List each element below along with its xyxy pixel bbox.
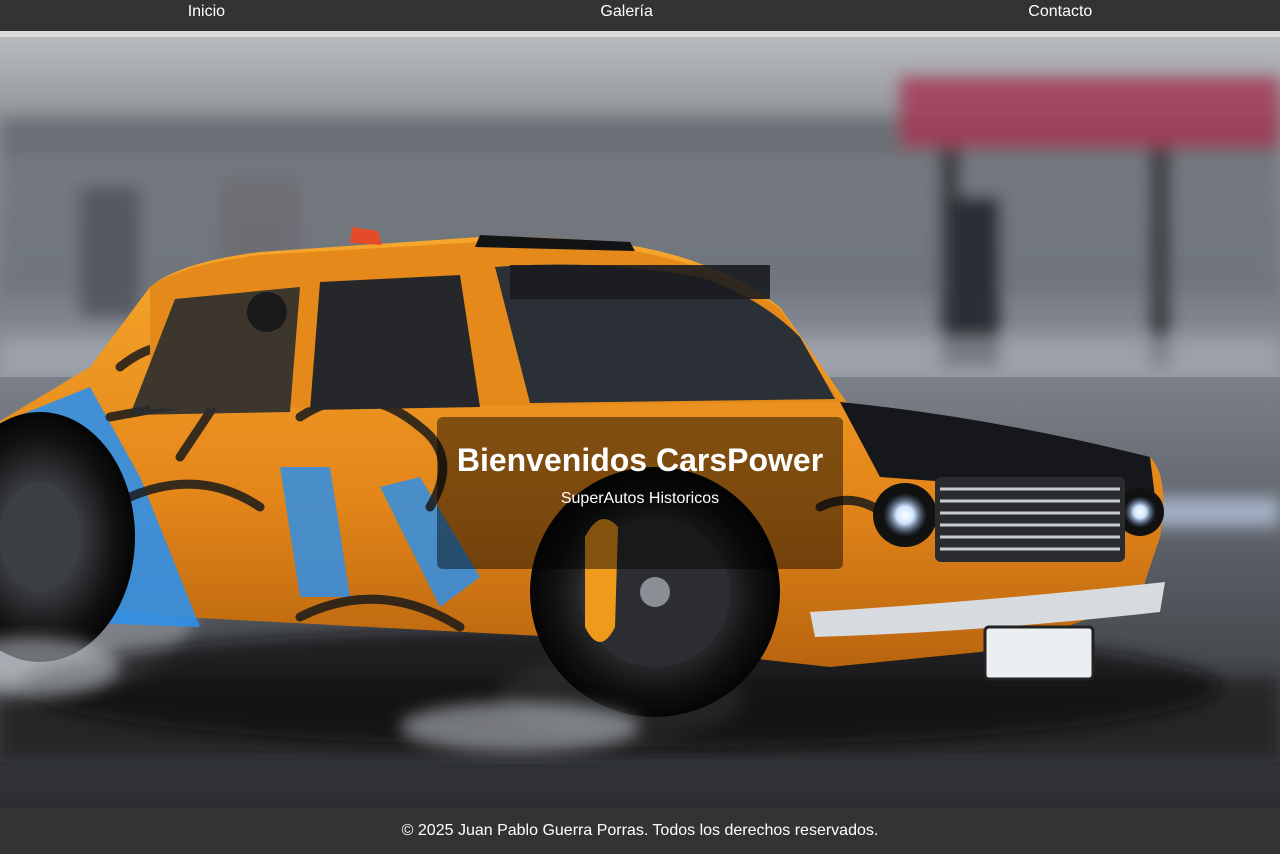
nav-link-inicio[interactable]: Inicio	[168, 0, 245, 23]
hero-section: Bienvenidos CarsPower SuperAutos Histori…	[0, 37, 1280, 808]
hero-title: Bienvenidos CarsPower	[456, 442, 824, 478]
footer: © 2025 Juan Pablo Guerra Porras. Todos l…	[0, 808, 1280, 851]
nav-link-contacto[interactable]: Contacto	[1008, 0, 1112, 23]
hero-subtitle: SuperAutos Historicos	[560, 490, 720, 507]
hero-overlay: Bienvenidos CarsPower SuperAutos Histori…	[437, 417, 843, 569]
nav-link-galeria[interactable]: Galería	[580, 0, 672, 23]
top-nav: Inicio Galería Contacto	[0, 0, 1280, 31]
footer-copyright: © 2025 Juan Pablo Guerra Porras. Todos l…	[401, 822, 879, 839]
